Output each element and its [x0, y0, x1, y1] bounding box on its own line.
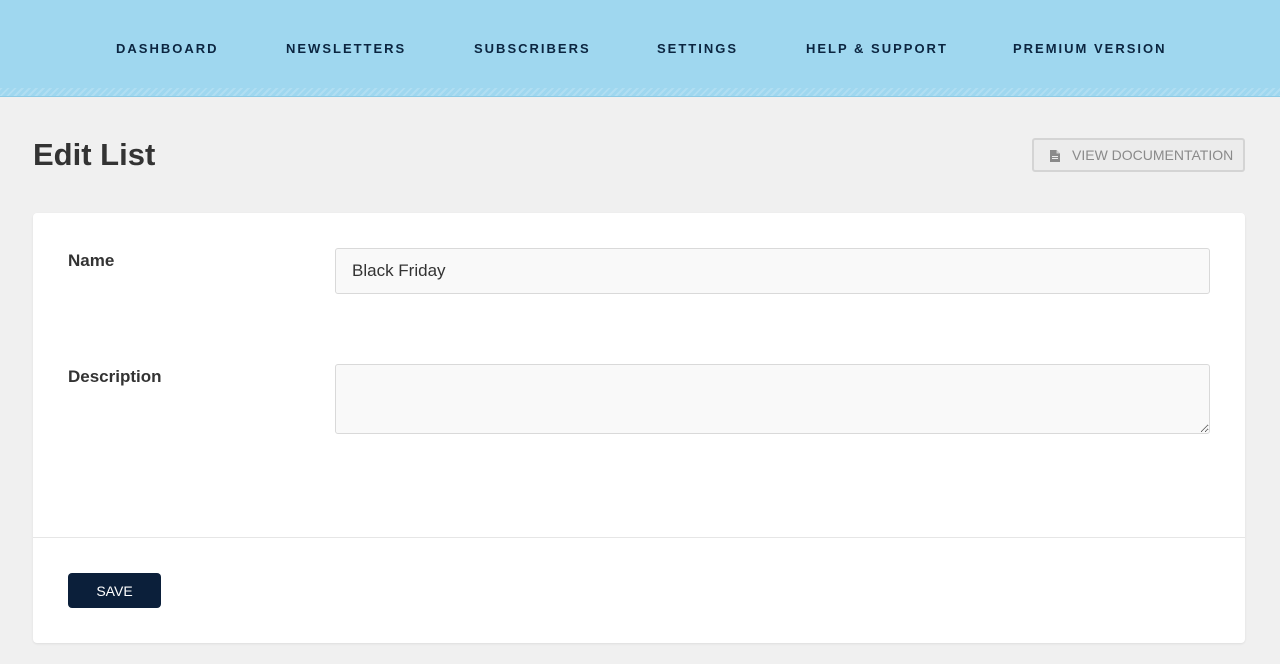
description-textarea[interactable] — [335, 364, 1210, 434]
page-title: Edit List — [33, 137, 156, 172]
save-button[interactable]: SAVE — [68, 573, 161, 608]
name-label: Name — [68, 251, 115, 270]
nav-item-subscribers[interactable]: SUBSCRIBERS — [474, 41, 591, 56]
edit-list-form: Name Description SAVE — [33, 213, 1245, 643]
nav-item-dashboard[interactable]: DASHBOARD — [116, 41, 219, 56]
nav-item-help-support[interactable]: HELP & SUPPORT — [806, 41, 948, 56]
description-label: Description — [68, 367, 162, 386]
nav-bottom-strip — [0, 88, 1280, 96]
document-icon — [1050, 149, 1060, 162]
nav-item-settings[interactable]: SETTINGS — [657, 41, 738, 56]
view-documentation-button[interactable]: VIEW DOCUMENTATION — [1032, 138, 1245, 172]
view-documentation-label: VIEW DOCUMENTATION — [1072, 147, 1234, 163]
top-navigation: DASHBOARD NEWSLETTERS SUBSCRIBERS SETTIN… — [0, 0, 1280, 97]
name-input[interactable] — [335, 248, 1210, 294]
nav-item-premium-version[interactable]: PREMIUM VERSION — [1013, 41, 1167, 56]
nav-item-newsletters[interactable]: NEWSLETTERS — [286, 41, 406, 56]
form-divider — [33, 537, 1245, 538]
